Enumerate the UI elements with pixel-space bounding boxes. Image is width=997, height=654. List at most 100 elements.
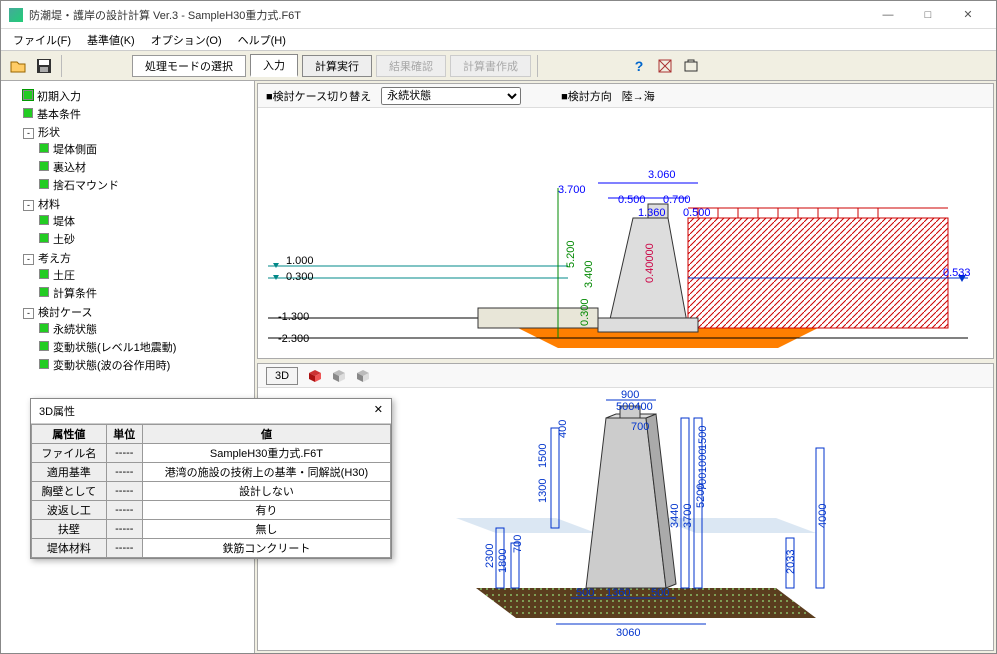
tree-item[interactable]: 土砂 bbox=[53, 234, 75, 246]
svg-text:0.300: 0.300 bbox=[286, 271, 314, 283]
table-row: 扶壁-----無し bbox=[32, 520, 391, 539]
svg-text:2300: 2300 bbox=[484, 544, 496, 568]
svg-text:1360: 1360 bbox=[606, 587, 630, 599]
svg-text:3700: 3700 bbox=[682, 504, 694, 528]
window-title: 防潮堤・護岸の設計計算 Ver.3 - SampleH30重力式.F6T bbox=[29, 7, 868, 23]
svg-text:0.700: 0.700 bbox=[663, 194, 691, 206]
svg-text:3.060: 3.060 bbox=[648, 169, 676, 181]
svg-text:1300: 1300 bbox=[537, 479, 549, 503]
tree-item[interactable]: 材料 bbox=[38, 199, 60, 211]
section-2d: ■検討ケース切り替え 永続状態 ■検討方向 陸→海 bbox=[257, 83, 994, 359]
cube-red-icon[interactable] bbox=[308, 369, 322, 383]
tree-item[interactable]: 基本条件 bbox=[37, 109, 81, 121]
tool-icon-2[interactable] bbox=[680, 55, 702, 77]
tool-icon-1[interactable] bbox=[654, 55, 676, 77]
tree-item[interactable]: 考え方 bbox=[38, 253, 71, 265]
svg-text:700: 700 bbox=[512, 535, 524, 553]
table-row: 胸壁として-----設計しない bbox=[32, 482, 391, 501]
attributes-panel[interactable]: 3D属性 ✕ 属性値 単位 値 ファイル名-----SampleH30重力式.F… bbox=[30, 398, 392, 559]
svg-text:900: 900 bbox=[621, 389, 639, 401]
tree-item[interactable]: 堤体 bbox=[53, 216, 75, 228]
case-label: ■検討ケース切り替え bbox=[266, 88, 371, 104]
case-select[interactable]: 永続状態 bbox=[381, 87, 521, 105]
svg-text:5.200: 5.200 bbox=[565, 240, 577, 268]
direction-value: 陸→海 bbox=[622, 88, 655, 104]
svg-text:0.40000: 0.40000 bbox=[644, 243, 656, 283]
mode-label: 処理モードの選択 bbox=[132, 55, 246, 77]
tree-item[interactable]: 土圧 bbox=[53, 270, 75, 282]
svg-text:500: 500 bbox=[576, 587, 594, 599]
minimize-button[interactable]: ― bbox=[868, 3, 908, 27]
svg-text:400: 400 bbox=[557, 420, 569, 438]
svg-text:500: 500 bbox=[651, 587, 669, 599]
svg-text:3060: 3060 bbox=[616, 627, 640, 639]
save-icon[interactable] bbox=[33, 55, 55, 77]
tree-view[interactable]: 初期入力 基本条件 -形状 堤体側面 裏込材 捨石マウンド -材料 堤体 土砂 … bbox=[1, 81, 255, 653]
tree-item[interactable]: 検討ケース bbox=[38, 307, 92, 319]
expand-icon[interactable]: - bbox=[23, 128, 34, 139]
svg-text:1.000: 1.000 bbox=[286, 255, 314, 267]
col-attr: 属性値 bbox=[32, 425, 107, 444]
expand-icon[interactable]: - bbox=[23, 308, 34, 319]
tree-item[interactable]: 永続状態 bbox=[53, 324, 97, 336]
open-icon[interactable] bbox=[7, 55, 29, 77]
maximize-button[interactable]: □ bbox=[908, 3, 948, 27]
svg-text:-2.300: -2.300 bbox=[278, 333, 309, 345]
menu-file[interactable]: ファイル(F) bbox=[5, 30, 79, 50]
svg-text:700: 700 bbox=[697, 473, 709, 491]
svg-text:1000: 1000 bbox=[697, 449, 709, 473]
table-row: 堤体材料-----鉄筋コンクリート bbox=[32, 539, 391, 558]
tree-item[interactable]: 裏込材 bbox=[53, 162, 86, 174]
controls-row: ■検討ケース切り替え 永続状態 ■検討方向 陸→海 bbox=[258, 84, 993, 108]
svg-text:500400: 500400 bbox=[616, 401, 653, 413]
col-value: 値 bbox=[142, 425, 390, 444]
table-row: ファイル名-----SampleH30重力式.F6T bbox=[32, 444, 391, 463]
svg-text:1800: 1800 bbox=[497, 549, 509, 573]
svg-text:1.360: 1.360 bbox=[638, 207, 666, 219]
table-row: 適用基準-----港湾の施設の技術上の基準・同解説(H30) bbox=[32, 463, 391, 482]
attributes-table: 属性値 単位 値 ファイル名-----SampleH30重力式.F6T 適用基準… bbox=[31, 424, 391, 558]
tree-item[interactable]: 変動状態(レベル1地震動) bbox=[53, 342, 176, 354]
expand-icon[interactable]: - bbox=[23, 200, 34, 211]
cube-gray2-icon[interactable] bbox=[356, 369, 370, 383]
titlebar: 防潮堤・護岸の設計計算 Ver.3 - SampleH30重力式.F6T ― □… bbox=[1, 1, 996, 29]
direction-label: ■検討方向 bbox=[561, 88, 612, 104]
btn-3d[interactable]: 3D bbox=[266, 367, 298, 385]
main-area: ■検討ケース切り替え 永続状態 ■検討方向 陸→海 bbox=[255, 81, 996, 653]
tree-item[interactable]: 変動状態(波の谷作用時) bbox=[53, 360, 170, 372]
menu-options[interactable]: オプション(O) bbox=[143, 30, 230, 50]
diagram-2d[interactable]: 3.700 3.060 0.500 0.700 1.360 0.500 5.20… bbox=[258, 108, 993, 358]
svg-text:0.500: 0.500 bbox=[683, 207, 711, 219]
expand-icon[interactable]: - bbox=[23, 254, 34, 265]
tree-item[interactable]: 形状 bbox=[38, 127, 60, 139]
panel-close-icon[interactable]: ✕ bbox=[374, 403, 383, 419]
content-area: 初期入力 基本条件 -形状 堤体側面 裏込材 捨石マウンド -材料 堤体 土砂 … bbox=[1, 81, 996, 653]
close-button[interactable]: ✕ bbox=[948, 3, 988, 27]
col-unit: 単位 bbox=[106, 425, 142, 444]
tab-report[interactable]: 計算書作成 bbox=[450, 55, 531, 77]
help-icon[interactable]: ? bbox=[628, 55, 650, 77]
svg-text:0.533: 0.533 bbox=[943, 267, 971, 279]
app-icon bbox=[9, 8, 23, 22]
svg-text:3.400: 3.400 bbox=[583, 260, 595, 288]
menu-standards[interactable]: 基準値(K) bbox=[79, 30, 143, 50]
svg-text:2033: 2033 bbox=[785, 550, 797, 574]
menu-help[interactable]: ヘルプ(H) bbox=[230, 30, 294, 50]
tab-run[interactable]: 計算実行 bbox=[302, 55, 372, 77]
panel-title: 3D属性 bbox=[39, 403, 75, 419]
svg-text:0.500: 0.500 bbox=[618, 194, 646, 206]
tree-item[interactable]: 初期入力 bbox=[37, 91, 81, 103]
svg-text:0.300: 0.300 bbox=[579, 298, 591, 326]
tab-input[interactable]: 入力 bbox=[250, 54, 298, 77]
tab-result[interactable]: 結果確認 bbox=[376, 55, 446, 77]
cube-gray-icon[interactable] bbox=[332, 369, 346, 383]
menu-bar: ファイル(F) 基準値(K) オプション(O) ヘルプ(H) bbox=[1, 29, 996, 51]
tree-item[interactable]: 捨石マウンド bbox=[53, 180, 119, 192]
svg-text:4000: 4000 bbox=[817, 504, 829, 528]
toolbar: 処理モードの選択 入力 計算実行 結果確認 計算書作成 ? bbox=[1, 51, 996, 81]
svg-text:3.700: 3.700 bbox=[558, 184, 586, 196]
tree-item[interactable]: 計算条件 bbox=[53, 288, 97, 300]
table-row: 波返し工-----有り bbox=[32, 501, 391, 520]
controls-3d: 3D bbox=[258, 364, 993, 388]
tree-item[interactable]: 堤体側面 bbox=[53, 144, 97, 156]
